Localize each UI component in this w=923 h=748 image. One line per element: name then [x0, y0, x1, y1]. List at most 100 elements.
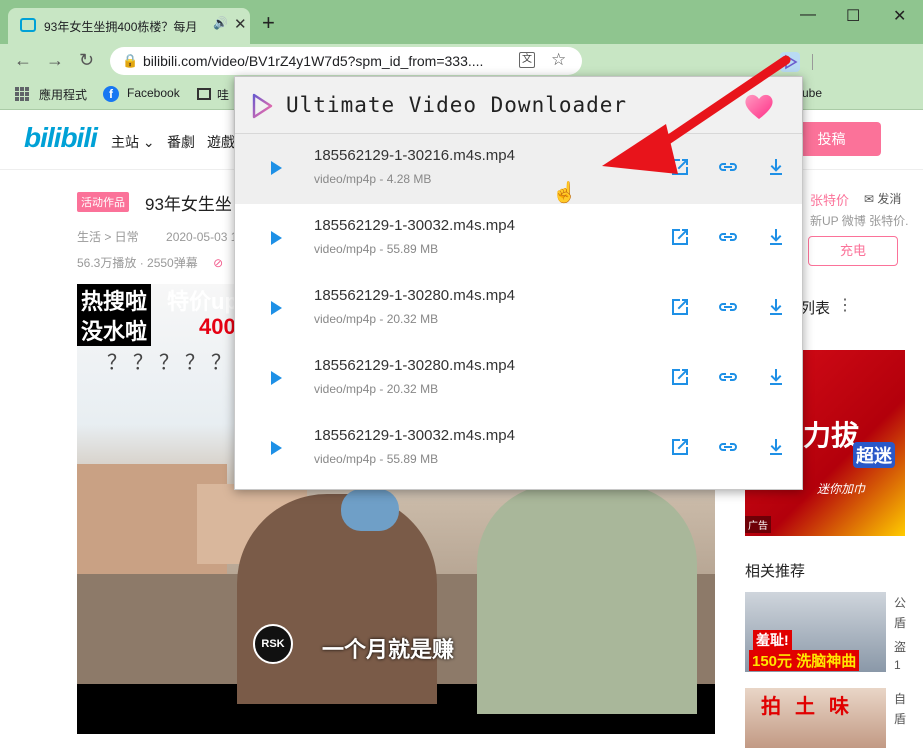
new-tab-button[interactable]: + — [262, 10, 275, 36]
copy-link-icon[interactable] — [716, 365, 740, 389]
download-icon[interactable] — [764, 225, 788, 249]
ad-text: 超迷 — [853, 442, 895, 468]
video-stats: 56.3万播放 · 2550弹幕 — [77, 256, 198, 270]
download-icon[interactable] — [764, 435, 788, 459]
thumbnail-caption: 羞耻! — [753, 630, 792, 650]
video-list-item[interactable]: 185562129-1-30280.m4s.mp4 video/mp4p - 20… — [235, 344, 802, 414]
related-title: 相关推荐 — [745, 563, 806, 580]
ad-text: 力拔 — [803, 420, 860, 451]
reload-icon[interactable]: ↻ — [79, 50, 94, 71]
downloader-logo-icon — [252, 93, 273, 119]
video-list-item[interactable]: 185562129-1-30032.m4s.mp4 video/mp4p - 55… — [235, 414, 802, 484]
channel-watermark: RSK — [253, 624, 293, 664]
video-caption: 400 — [199, 314, 236, 339]
message-link[interactable]: ✉ 发消 — [864, 190, 901, 207]
related-title-fragment[interactable]: 盾 — [894, 614, 906, 631]
video-title: 93年女生坐 — [145, 195, 232, 214]
file-name: 185562129-1-30216.m4s.mp4 — [314, 147, 515, 164]
related-title-fragment[interactable]: 盾 — [894, 710, 906, 727]
tab-title: 93年女生坐拥400栋楼？每月 — [44, 20, 198, 34]
related-video-thumbnail[interactable]: 羞耻! 150元 洗脑神曲 — [745, 592, 886, 672]
video-caption: 特价up — [167, 289, 238, 314]
related-title-fragment: 盗 — [894, 640, 907, 654]
playlist-title: 列表 — [800, 300, 831, 317]
forward-arrow-icon[interactable]: → — [46, 50, 64, 71]
facebook-icon[interactable]: f — [103, 86, 119, 102]
ad-text: 迷你加巾 — [817, 482, 866, 496]
file-meta: video/mp4p - 4.28 MB — [314, 172, 432, 186]
audio-playing-icon[interactable]: 🔊 — [213, 16, 228, 30]
play-icon[interactable] — [271, 161, 282, 175]
popup-title: Ultimate Video Downloader — [286, 93, 628, 117]
lock-icon[interactable]: 🔒 — [122, 53, 138, 69]
browser-tab[interactable]: 93年女生坐拥400栋楼？每月 🔊 ✕ — [8, 8, 250, 44]
nav-anime[interactable]: 番劇 — [167, 132, 195, 152]
person-left-shape — [237, 494, 437, 704]
address-bar[interactable]: 🔒 bilibili.com/video/BV1rZ4y1W7d5?spm_id… — [110, 47, 582, 75]
mouse-cursor-icon: ☝ — [552, 182, 577, 204]
bilibili-logo[interactable]: bilibili — [24, 122, 98, 154]
video-list-item[interactable]: 185562129-1-30032.m4s.mp4 video/mp4p - 55… — [235, 204, 802, 274]
url-text[interactable]: bilibili.com/video/BV1rZ4y1W7d5?spm_id_f… — [143, 53, 483, 69]
video-subtitle: 一个月就是赚 — [322, 637, 455, 662]
nav-main[interactable]: 主站 ⌄ — [111, 132, 155, 152]
related-title-fragment[interactable]: 自 — [894, 690, 906, 707]
more-options-icon[interactable]: ⋮ — [837, 295, 853, 315]
monitor-icon — [197, 88, 211, 100]
file-meta: video/mp4p - 55.89 MB — [314, 242, 439, 256]
bookmark-youtube[interactable]: ube — [802, 86, 822, 100]
apps-grid-icon[interactable] — [15, 87, 29, 101]
bookmark-apps[interactable]: 應用程式 — [39, 86, 87, 103]
open-in-new-tab-icon[interactable] — [668, 225, 692, 249]
bookmark-star-icon[interactable]: ☆ — [551, 50, 566, 70]
download-icon[interactable] — [764, 295, 788, 319]
play-icon[interactable] — [271, 301, 282, 315]
open-in-new-tab-icon[interactable] — [668, 295, 692, 319]
file-name: 185562129-1-30280.m4s.mp4 — [314, 357, 515, 374]
related-title-fragment[interactable]: 公 — [894, 594, 906, 611]
file-meta: video/mp4p - 20.32 MB — [314, 382, 439, 396]
video-caption: 没水啦 — [77, 314, 152, 346]
related-video-thumbnail[interactable]: 拍土味 — [745, 688, 886, 748]
open-in-new-tab-icon[interactable] — [668, 435, 692, 459]
bookmark-partial[interactable]: 哇 — [217, 86, 229, 103]
prohibited-icon: ⊘ — [213, 256, 224, 270]
toolbar-separator — [812, 54, 813, 70]
file-meta: video/mp4p - 55.89 MB — [314, 452, 439, 466]
bookmark-facebook[interactable]: Facebook — [127, 86, 180, 100]
video-meta-line: 生活 > 日常 2020-05-03 11: — [77, 228, 247, 245]
face-mask-shape — [341, 489, 399, 531]
file-name: 185562129-1-30032.m4s.mp4 — [314, 217, 515, 234]
nav-games[interactable]: 遊戲 — [207, 132, 235, 152]
event-badge[interactable]: 活动作品 — [77, 192, 129, 212]
related-title-fragment: 1 — [894, 658, 901, 672]
play-icon[interactable] — [271, 231, 282, 245]
video-category[interactable]: 生活 > 日常 — [77, 230, 139, 244]
tab-strip: 93年女生坐拥400栋楼？每月 🔊 ✕ + — ☐ ✕ — [0, 0, 923, 44]
video-list-item[interactable]: 185562129-1-30280.m4s.mp4 video/mp4p - 20… — [235, 274, 802, 344]
annotation-arrow — [602, 55, 791, 174]
file-name: 185562129-1-30032.m4s.mp4 — [314, 427, 515, 444]
minimize-button[interactable]: — — [800, 6, 816, 24]
file-name: 185562129-1-30280.m4s.mp4 — [314, 287, 515, 304]
thumbnail-caption: 拍土味 — [761, 696, 863, 718]
video-caption: 热搜啦 — [77, 284, 152, 316]
ad-label: 广告 — [745, 516, 771, 533]
close-window-button[interactable]: ✕ — [893, 6, 906, 26]
uploader-name[interactable]: 张特价 — [810, 190, 849, 209]
video-stats-line: 56.3万播放 · 2550弹幕 ⊘ — [77, 254, 223, 271]
back-arrow-icon[interactable]: ← — [14, 50, 32, 71]
play-icon[interactable] — [271, 441, 282, 455]
copy-link-icon[interactable] — [716, 295, 740, 319]
download-icon[interactable] — [764, 365, 788, 389]
maximize-button[interactable]: ☐ — [846, 6, 860, 26]
tab-close-icon[interactable]: ✕ — [234, 15, 247, 33]
bilibili-favicon-icon — [20, 18, 36, 32]
translate-icon[interactable]: 文 — [519, 52, 535, 68]
copy-link-icon[interactable] — [716, 435, 740, 459]
open-in-new-tab-icon[interactable] — [668, 365, 692, 389]
copy-link-icon[interactable] — [716, 225, 740, 249]
person-right-shape — [477, 484, 697, 714]
play-icon[interactable] — [271, 371, 282, 385]
charge-button[interactable]: 充电 — [808, 236, 898, 266]
